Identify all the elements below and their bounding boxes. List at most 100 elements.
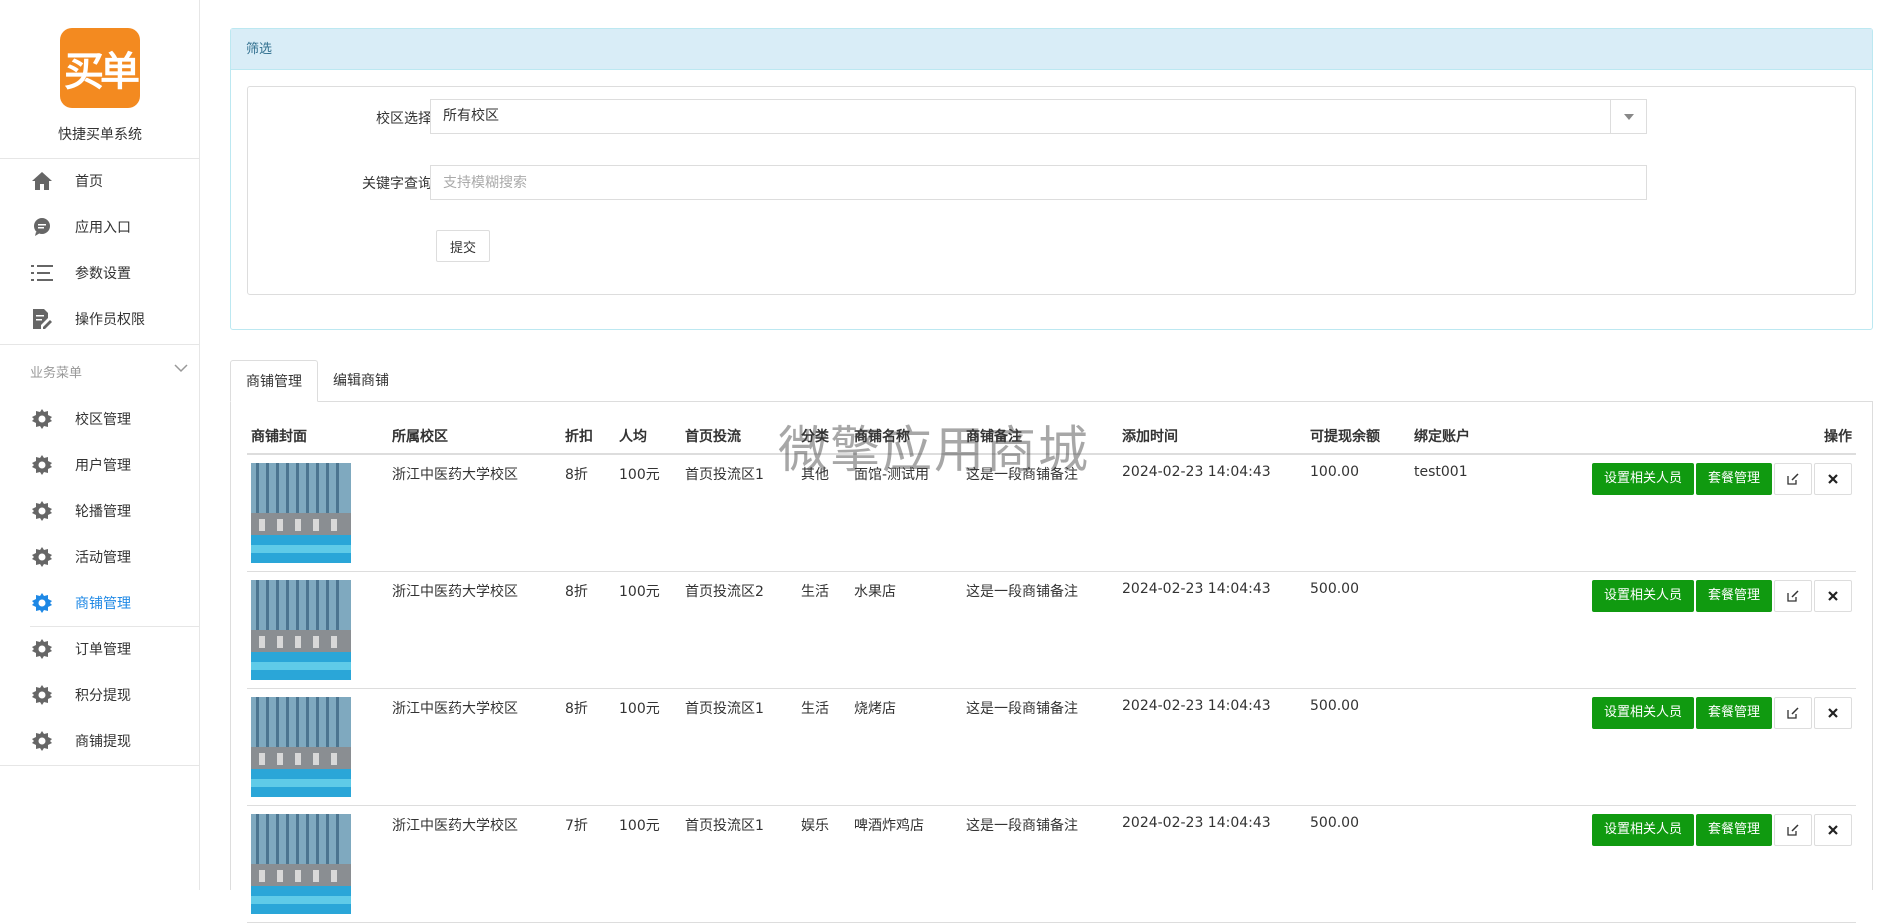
- operations-cell: 设置相关人员 套餐管理: [1540, 805, 1856, 923]
- edit-icon[interactable]: [1774, 814, 1812, 846]
- edit-icon[interactable]: [1774, 697, 1812, 729]
- delete-icon[interactable]: [1814, 580, 1852, 612]
- campus-cell: 浙江中医药大学校区: [388, 688, 561, 806]
- shop-name-cell: 面馆-测试用: [850, 454, 962, 572]
- sidebar-item-shops[interactable]: 商铺管理: [0, 580, 200, 626]
- sidebar-item-orders[interactable]: 订单管理: [0, 626, 200, 672]
- sidebar-item-label: 用户管理: [75, 458, 131, 474]
- shop-cover-image: [251, 463, 351, 563]
- gear-icon: [31, 684, 53, 706]
- shop-name-cell: 啤酒炸鸡店: [850, 805, 962, 923]
- category-cell: 生活: [797, 571, 850, 689]
- submit-button[interactable]: 提交: [436, 230, 490, 262]
- avg-price-cell: 100元: [615, 571, 681, 689]
- operations-cell: 设置相关人员 套餐管理: [1540, 454, 1856, 572]
- shop-cover-cell: [247, 454, 388, 572]
- gear-icon: [31, 592, 53, 614]
- edit-document-icon: [31, 308, 53, 330]
- sidebar-item-label: 校区管理: [75, 412, 131, 428]
- edit-icon[interactable]: [1774, 580, 1812, 612]
- set-staff-button[interactable]: 设置相关人员: [1591, 580, 1694, 612]
- tab-edit-shop[interactable]: 编辑商铺: [318, 360, 404, 402]
- package-management-button[interactable]: 套餐管理: [1695, 697, 1772, 729]
- set-staff-button[interactable]: 设置相关人员: [1591, 814, 1694, 846]
- tab-shop-management[interactable]: 商铺管理: [230, 360, 318, 402]
- avg-price-cell: 100元: [615, 805, 681, 923]
- package-management-button[interactable]: 套餐管理: [1695, 463, 1772, 495]
- column-header: 绑定账户: [1410, 418, 1540, 455]
- sidebar-item-operator-permission[interactable]: 操作员权限: [0, 296, 200, 342]
- category-cell: 娱乐: [797, 805, 850, 923]
- delete-icon[interactable]: [1814, 463, 1852, 495]
- sidebar-item-label: 操作员权限: [75, 312, 145, 328]
- shop-name-cell: 水果店: [850, 571, 962, 689]
- campus-cell: 浙江中医药大学校区: [388, 571, 561, 689]
- shop-note-cell: 这是一段商铺备注: [962, 571, 1118, 689]
- table-header-row: 商铺封面 所属校区 折扣 人均 首页投流 分类 商铺名称 商铺备注 添加时间 可…: [247, 418, 1856, 455]
- avg-price-cell: 100元: [615, 454, 681, 572]
- delete-icon[interactable]: [1814, 814, 1852, 846]
- discount-cell: 8折: [561, 454, 615, 572]
- column-header: 人均: [615, 418, 681, 455]
- sidebar-item-users[interactable]: 用户管理: [0, 442, 200, 488]
- balance-cell: 500.00: [1306, 571, 1410, 689]
- balance-cell: 500.00: [1306, 688, 1410, 806]
- table-row: 浙江中医药大学校区 8折 100元 首页投流区1 其他 面馆-测试用 这是一段商…: [247, 454, 1856, 572]
- operations-cell: 设置相关人员 套餐管理: [1540, 688, 1856, 806]
- sidebar-item-settings[interactable]: 参数设置: [0, 250, 200, 296]
- sidebar: 买单 快捷买单系统 首页 应用入口 参数设置 操作员权限 业务菜单 校区管理 用…: [0, 0, 200, 890]
- shop-cover-image: [251, 580, 351, 680]
- campus-select[interactable]: 所有校区: [430, 99, 1647, 134]
- sidebar-item-campus[interactable]: 校区管理: [0, 396, 200, 442]
- package-management-button[interactable]: 套餐管理: [1695, 814, 1772, 846]
- gear-icon: [31, 454, 53, 476]
- app-logo[interactable]: 买单: [60, 28, 140, 108]
- set-staff-button[interactable]: 设置相关人员: [1591, 463, 1694, 495]
- keyword-search-input[interactable]: [430, 165, 1647, 200]
- campus-cell: 浙江中医药大学校区: [388, 805, 561, 923]
- shop-cover-cell: [247, 805, 388, 923]
- shop-cover-image: [251, 814, 351, 914]
- sidebar-item-label: 参数设置: [75, 266, 131, 282]
- delete-icon[interactable]: [1814, 697, 1852, 729]
- chat-bubble-icon: [31, 216, 53, 238]
- sidebar-item-app-entry[interactable]: 应用入口: [0, 204, 200, 250]
- chevron-down-icon[interactable]: [174, 362, 188, 376]
- homepage-zone-cell: 首页投流区2: [681, 571, 797, 689]
- sidebar-item-label: 商铺提现: [75, 734, 131, 750]
- package-management-button[interactable]: 套餐管理: [1695, 580, 1772, 612]
- column-header: 商铺名称: [850, 418, 962, 455]
- sidebar-item-activity[interactable]: 活动管理: [0, 534, 200, 580]
- set-staff-button[interactable]: 设置相关人员: [1591, 697, 1694, 729]
- sidebar-item-label: 轮播管理: [75, 504, 131, 520]
- logo-text: 买单: [64, 49, 140, 95]
- home-icon: [31, 170, 53, 192]
- balance-cell: 100.00: [1306, 454, 1410, 572]
- sidebar-item-label: 订单管理: [75, 642, 131, 658]
- balance-cell: 500.00: [1306, 805, 1410, 923]
- sidebar-item-label: 首页: [75, 174, 103, 190]
- edit-icon[interactable]: [1774, 463, 1812, 495]
- shop-name-cell: 烧烤店: [850, 688, 962, 806]
- column-header: 分类: [797, 418, 850, 455]
- shop-note-cell: 这是一段商铺备注: [962, 805, 1118, 923]
- sidebar-item-home[interactable]: 首页: [0, 158, 200, 204]
- table-row: 浙江中医药大学校区 8折 100元 首页投流区1 生活 烧烤店 这是一段商铺备注…: [247, 688, 1856, 806]
- bound-account-cell: test001: [1410, 454, 1540, 572]
- sidebar-item-label: 活动管理: [75, 550, 131, 566]
- added-time-cell: 2024-02-23 14:04:43: [1118, 454, 1306, 572]
- column-header: 所属校区: [388, 418, 561, 455]
- sidebar-item-shop-withdraw[interactable]: 商铺提现: [0, 718, 200, 764]
- sidebar-item-points-withdraw[interactable]: 积分提现: [0, 672, 200, 718]
- menu-group-title[interactable]: 业务菜单: [30, 362, 82, 381]
- shop-cover-cell: [247, 571, 388, 689]
- caret-down-icon[interactable]: [1610, 100, 1646, 133]
- campus-cell: 浙江中医药大学校区: [388, 454, 561, 572]
- keyword-label: 关键字查询: [362, 176, 432, 192]
- avg-price-cell: 100元: [615, 688, 681, 806]
- gear-icon: [31, 730, 53, 752]
- homepage-zone-cell: 首页投流区1: [681, 805, 797, 923]
- column-header: 可提现余额: [1306, 418, 1410, 455]
- sidebar-item-carousel[interactable]: 轮播管理: [0, 488, 200, 534]
- shop-note-cell: 这是一段商铺备注: [962, 688, 1118, 806]
